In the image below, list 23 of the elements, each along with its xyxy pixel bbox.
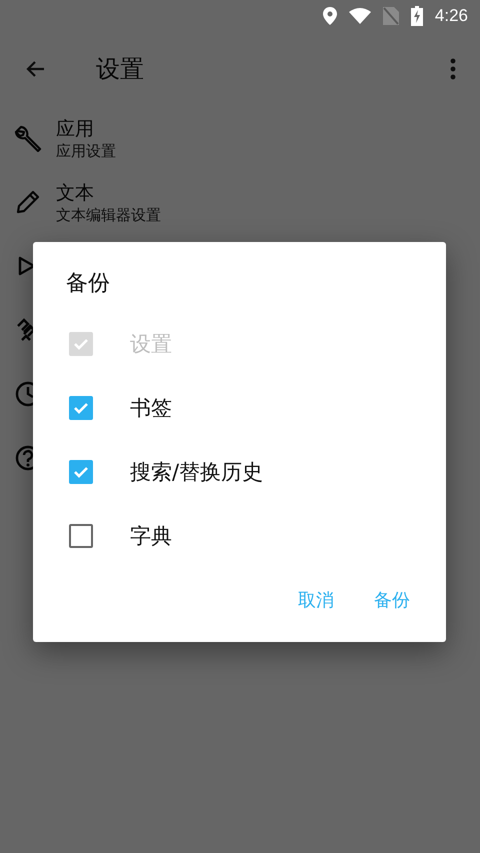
battery-charging-icon [410, 6, 423, 26]
no-sim-icon [382, 7, 399, 25]
pencil-icon [14, 188, 42, 216]
dialog-button[interactable]: 取消 [282, 580, 350, 620]
more-options-icon[interactable] [450, 58, 456, 80]
setting-title[interactable]: 文本 [56, 180, 161, 206]
wrench-icon [14, 124, 42, 152]
status-time: 4:26 [434, 6, 468, 26]
setting-subtitle: 文本编辑器设置 [56, 206, 161, 224]
setting-title[interactable]: 应用 [56, 116, 116, 142]
option-label: 搜索/替换历史 [130, 459, 264, 486]
option-label: 书签 [130, 395, 172, 422]
checkbox[interactable] [69, 396, 93, 420]
option-label: 字典 [130, 523, 172, 550]
location-icon [322, 7, 337, 25]
dialog-button[interactable]: 备份 [358, 580, 426, 620]
checkbox[interactable] [69, 524, 93, 548]
option-label: 设置 [130, 331, 172, 358]
setting-subtitle: 应用设置 [56, 142, 116, 160]
wifi-icon [348, 8, 371, 24]
checkbox[interactable] [69, 460, 93, 484]
page-title: 设置 [96, 54, 145, 85]
dialog-title: 备份 [66, 270, 110, 298]
